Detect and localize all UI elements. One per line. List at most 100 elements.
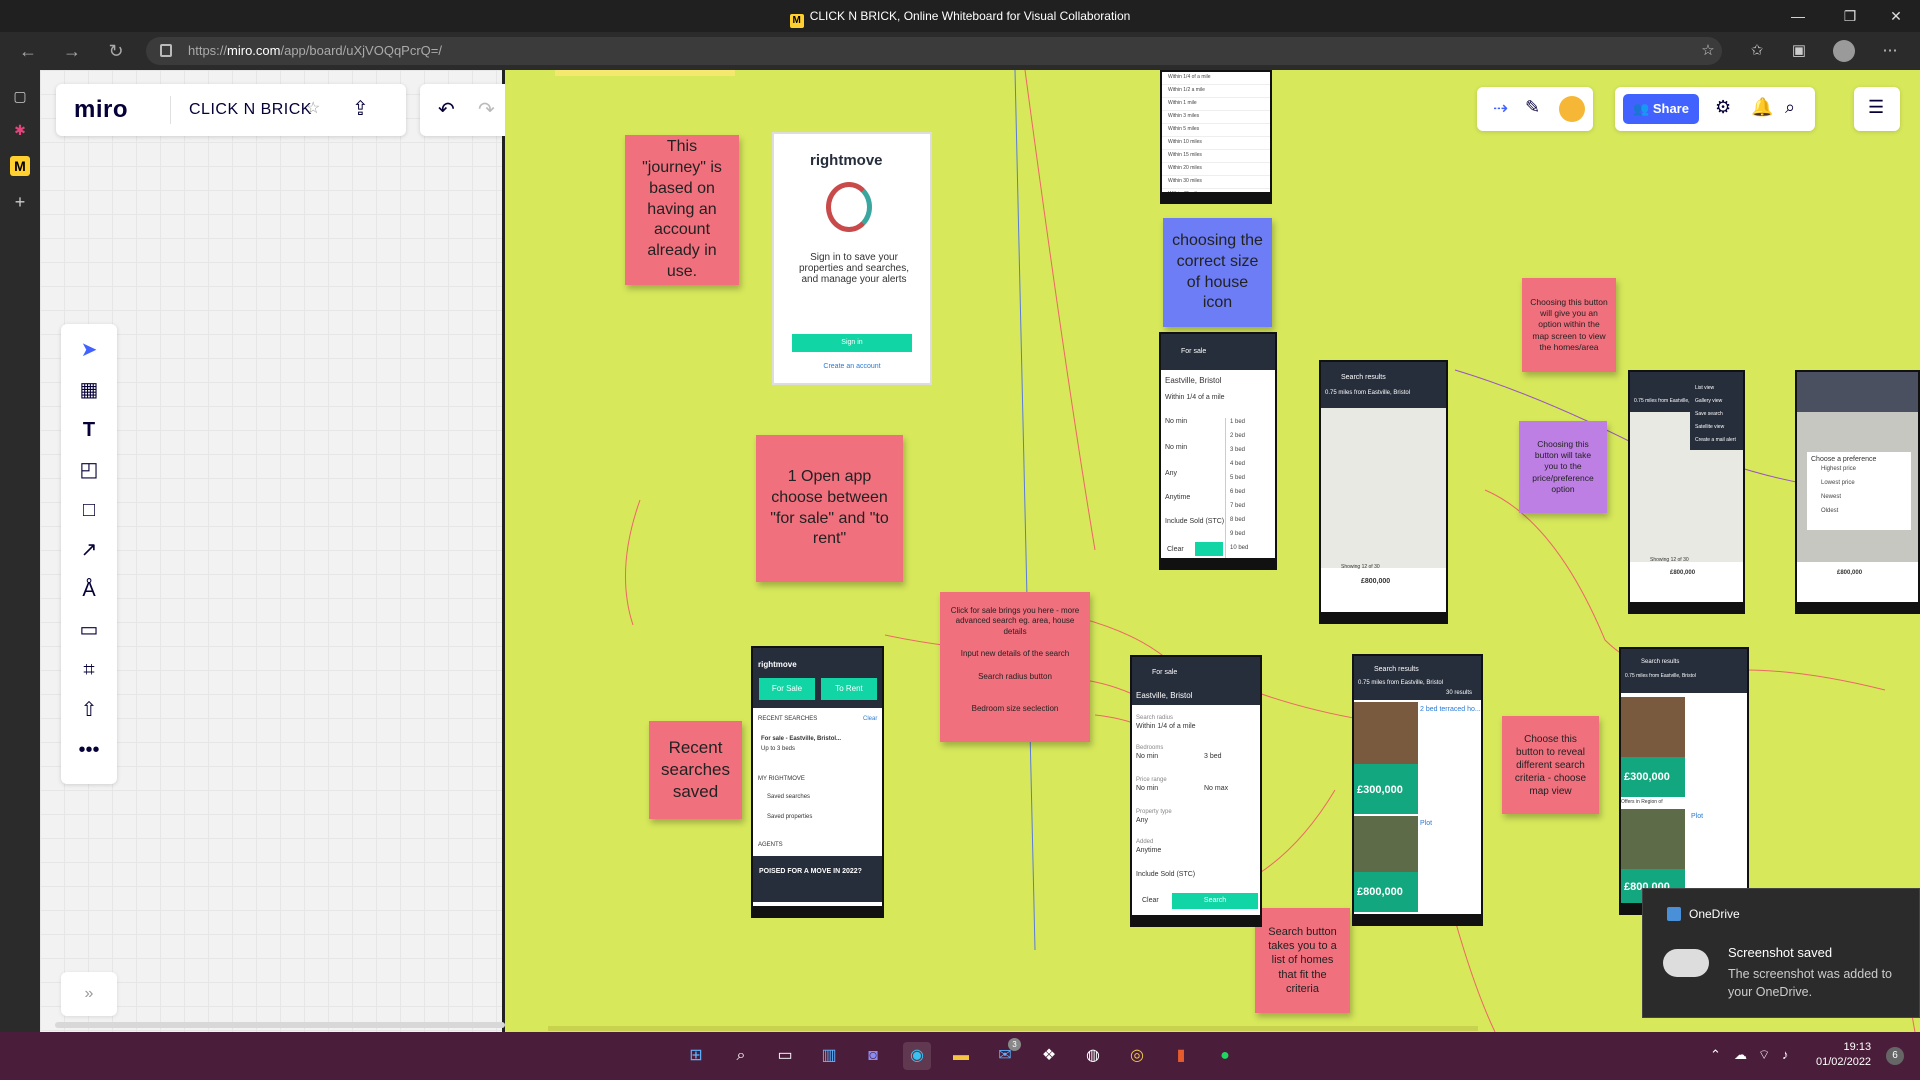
form-bed-min[interactable]: No min	[1136, 753, 1158, 760]
radius-option[interactable]: Within 20 miles	[1162, 163, 1270, 176]
bed-option[interactable]: 8 bed	[1226, 516, 1275, 530]
for-sale-button[interactable]: For Sale	[759, 678, 815, 700]
bed-option[interactable]: 6 bed	[1226, 488, 1275, 502]
profile-avatar[interactable]	[1833, 40, 1855, 62]
teams-chat-icon[interactable]: ◙	[859, 1042, 887, 1070]
upload-file-icon[interactable]: ⇧	[75, 696, 103, 724]
board-name[interactable]: CLICK N BRICK	[189, 101, 312, 119]
preference-dialog[interactable]: Choose a preference Highest price Lowest …	[1807, 452, 1911, 530]
taskbar-clock[interactable]: 19:13 01/02/2022	[1816, 1040, 1871, 1070]
shape-tool-icon[interactable]: □	[75, 496, 103, 524]
connection-line-icon[interactable]: ↗	[75, 536, 103, 564]
templates-icon[interactable]: ▦	[75, 376, 103, 404]
map-listing-price[interactable]: £800,000	[1361, 578, 1390, 585]
listing-photo[interactable]	[1621, 809, 1685, 869]
notification-count-badge[interactable]: 6	[1886, 1047, 1904, 1065]
map-overflow-menu[interactable]: List view Gallery view Save search Satellit…	[1690, 380, 1743, 450]
edge-browser-icon[interactable]: ◉	[903, 1042, 931, 1070]
file-explorer-icon[interactable]: ▬	[947, 1042, 975, 1070]
map-menu-item[interactable]: Gallery view	[1693, 396, 1741, 409]
radius-option[interactable]: Within 1/2 a mile	[1162, 85, 1270, 98]
mapmenu-price[interactable]: £800,000	[1670, 570, 1695, 576]
notes-icon[interactable]: ☰	[1868, 97, 1884, 118]
onedrive-tray-icon[interactable]: ☁	[1734, 1047, 1747, 1063]
user-avatar[interactable]	[1559, 96, 1585, 122]
radius-option[interactable]: Within 15 miles	[1162, 150, 1270, 163]
recent-search-item[interactable]: For sale - Eastville, Bristol...	[761, 736, 841, 742]
listing-photo[interactable]	[1621, 697, 1685, 757]
widgets-icon[interactable]: ▥	[815, 1042, 843, 1070]
radius-option[interactable]: Within 30 miles	[1162, 176, 1270, 189]
agent-banner[interactable]: POISED FOR A MOVE IN 2022?	[753, 856, 882, 902]
onedrive-notification[interactable]: OneDrive Screenshot saved The screenshot…	[1642, 888, 1920, 1018]
sticky-reveal-criteria[interactable]: Choose this button to reveal different s…	[1502, 716, 1599, 814]
redo-icon[interactable]: ↷	[478, 97, 495, 122]
refresh-icon[interactable]: ↻	[102, 39, 130, 63]
upload-icon[interactable]: ⇪	[352, 96, 369, 121]
search-icon[interactable]: ⌕	[1785, 97, 1795, 118]
gallery-price-1[interactable]: £300,000	[1621, 757, 1685, 797]
comment-icon[interactable]: ▭	[75, 616, 103, 644]
wifi-icon[interactable]: ⌔	[1758, 1047, 1770, 1063]
radius-option[interactable]: Within 1 mile	[1162, 98, 1270, 111]
close-button[interactable]: ✕	[1880, 6, 1912, 26]
minimize-button[interactable]: —	[1782, 6, 1814, 26]
settings-sliders-icon[interactable]: ⚙	[1715, 97, 1731, 118]
picker-clear[interactable]: Clear	[1167, 546, 1184, 553]
sticky-recent-searches[interactable]: Recent searches saved	[649, 721, 742, 819]
form-location[interactable]: Eastville, Bristol	[1136, 691, 1192, 700]
form-type[interactable]: Any	[1136, 817, 1148, 824]
sticky-price-preference[interactable]: Choosing this button will take you to th…	[1519, 421, 1607, 513]
phone-preference[interactable]: Choose a preference Highest price Lowest …	[1795, 370, 1920, 614]
expand-panel-button[interactable]: »	[61, 972, 117, 1016]
preference-options[interactable]: Highest price Lowest price Newest Oldest	[1811, 463, 1907, 519]
to-rent-button[interactable]: To Rent	[821, 678, 877, 700]
phone-radius-list[interactable]: Within 1/4 of a mile Within 1/2 a mile Wit…	[1160, 70, 1272, 204]
collections-icon[interactable]: ▣	[1786, 40, 1812, 62]
dropbox-icon[interactable]: ❖	[1035, 1042, 1063, 1070]
start-windows-icon[interactable]: ⊞	[682, 1042, 710, 1070]
listing-2-price[interactable]: £800,000	[1354, 872, 1418, 912]
slack-icon[interactable]: ✱	[10, 120, 30, 140]
text-tool-icon[interactable]: T	[75, 416, 103, 444]
listing-1-title[interactable]: 2 bed terraced ho...	[1420, 706, 1481, 713]
form-stc[interactable]: Include Sold (STC)	[1136, 871, 1195, 878]
phone-gallery[interactable]: Search results 0.75 miles from Eastville…	[1619, 647, 1749, 915]
map-menu-item[interactable]: Create a mail alert	[1693, 435, 1741, 448]
form-price-min[interactable]: No min	[1136, 785, 1158, 792]
tray-chevron-icon[interactable]: ⌃	[1710, 1047, 1721, 1063]
volume-icon[interactable]: ♪	[1782, 1047, 1789, 1062]
radius-option[interactable]: Within 3 miles	[1162, 111, 1270, 124]
reactions-icon[interactable]: ✎	[1525, 97, 1540, 118]
forward-arrow-icon[interactable]: →	[58, 39, 86, 63]
office-icon[interactable]: ▮	[1167, 1042, 1195, 1070]
form-search-button[interactable]: Search	[1172, 893, 1258, 909]
saved-searches-link[interactable]: Saved searches	[767, 794, 810, 800]
preference-option[interactable]: Oldest	[1811, 505, 1907, 519]
search-taskbar-icon[interactable]: ⌕	[727, 1042, 755, 1070]
sticky-search-button[interactable]: Search button takes you to a list of hom…	[1255, 908, 1350, 1013]
clear-recent-link[interactable]: Clear	[863, 716, 877, 722]
sticky-open-app[interactable]: 1 Open app choose between "for sale" and…	[756, 435, 903, 582]
select-tool-icon[interactable]: ➤	[75, 336, 103, 364]
add-favorite-icon[interactable]: ☆	[1695, 40, 1721, 62]
listing-photo[interactable]	[1354, 702, 1418, 764]
listing-1-price[interactable]: £300,000	[1354, 764, 1418, 814]
add-tab-icon[interactable]: +	[10, 192, 30, 212]
form-clear[interactable]: Clear	[1142, 897, 1159, 904]
map-area[interactable]	[1321, 408, 1446, 568]
phone-home[interactable]: rightmove For Sale To Rent RECENT SEARCH…	[751, 646, 884, 918]
bed-option[interactable]: 9 bed	[1226, 530, 1275, 544]
bring-everyone-icon[interactable]: ⇢	[1493, 98, 1508, 119]
phone-bedroom-picker[interactable]: For sale Eastville, Bristol Within 1/4 o…	[1159, 332, 1277, 570]
phone-map-menu[interactable]: 0.75 miles from Eastville, Bristol List …	[1628, 370, 1745, 614]
form-price-max[interactable]: No max	[1204, 785, 1228, 792]
sticky-advanced-search[interactable]: Click for sale brings you here - more ad…	[940, 592, 1090, 742]
undo-icon[interactable]: ↶	[438, 97, 455, 122]
offscreen-sticky-edge[interactable]	[555, 70, 735, 76]
create-account-link[interactable]: Create an account	[774, 363, 930, 370]
bed-option[interactable]: 10 bed	[1226, 544, 1275, 558]
picker-search-button[interactable]	[1195, 542, 1223, 556]
miro-logo[interactable]: miro	[74, 96, 128, 124]
listing-photo[interactable]	[1354, 816, 1418, 872]
